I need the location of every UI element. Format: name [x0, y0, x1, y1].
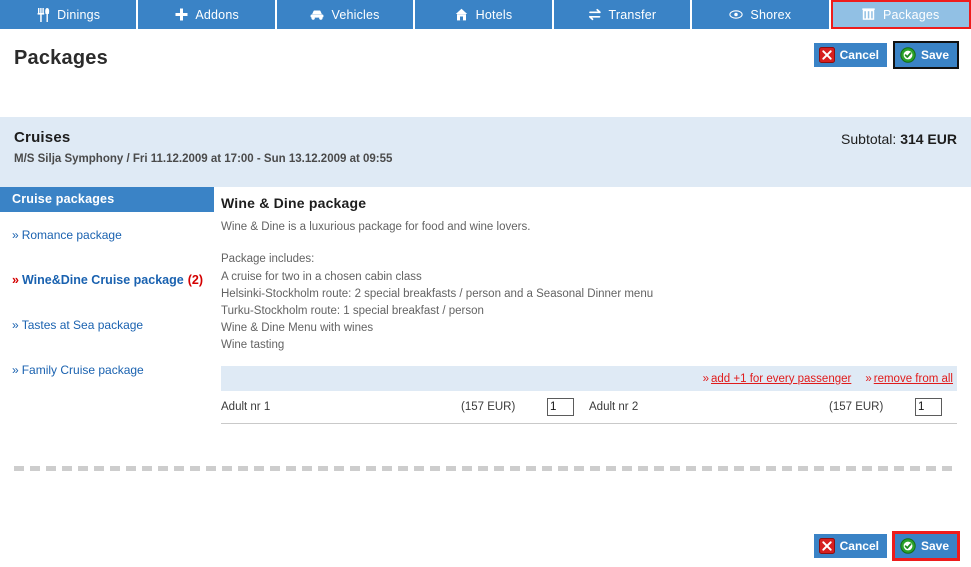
- page-title: Packages: [14, 47, 108, 69]
- eye-icon: [729, 8, 744, 22]
- bottom-button-group: Cancel Save: [813, 531, 961, 561]
- passenger-cell: Adult nr 2 (157 EUR): [589, 398, 957, 416]
- section-divider: [14, 466, 957, 471]
- chevron-right-icon: »: [12, 362, 19, 377]
- page-header: Packages Cancel Save: [0, 29, 971, 85]
- save-check-icon: [900, 538, 916, 554]
- sidebar-item-label: Family Cruise package: [21, 362, 144, 377]
- remove-all-label: remove from all: [873, 372, 953, 385]
- package-icon: [862, 8, 876, 22]
- save-button-top[interactable]: Save: [892, 41, 960, 69]
- chevron-right-icon: »: [12, 272, 19, 287]
- passenger-name: Adult nr 2: [589, 401, 639, 413]
- save-button-label: Save: [920, 48, 949, 62]
- passenger-price: (157 EUR): [461, 401, 516, 413]
- fork-knife-icon: [36, 7, 50, 22]
- sidebar-header: Cruise packages: [0, 187, 214, 212]
- save-button-label: Save: [920, 539, 949, 553]
- passenger-row: Adult nr 1 (157 EUR) Adult nr 2 (157 EUR…: [221, 391, 957, 424]
- sidebar-item-family-cruise-package[interactable]: » Family Cruise package: [0, 347, 214, 392]
- passenger-quantity-input[interactable]: [915, 398, 942, 416]
- sidebar-item-label: Romance package: [21, 227, 122, 242]
- remove-from-all-link[interactable]: » remove from all: [865, 373, 953, 385]
- add-all-label: add +1 for every passenger: [711, 372, 852, 385]
- cancel-x-icon: [818, 47, 835, 63]
- plus-icon: [174, 8, 188, 22]
- tab-label: Addons: [195, 7, 239, 22]
- sidebar-item-label: Wine&Dine Cruise package: [21, 272, 184, 287]
- package-title: Wine & Dine package: [221, 195, 367, 211]
- tab-addons[interactable]: Addons: [138, 0, 277, 29]
- sidebar-item-tastes-at-sea-package[interactable]: » Tastes at Sea package: [0, 302, 214, 347]
- save-check-icon: [900, 47, 916, 63]
- add-one-for-every-passenger-link[interactable]: » add +1 for every passenger: [703, 373, 852, 385]
- tab-vehicles[interactable]: Vehicles: [276, 0, 416, 29]
- top-button-group: Cancel Save: [813, 41, 960, 69]
- chevron-right-icon: »: [12, 317, 19, 332]
- tab-packages[interactable]: Packages: [830, 0, 971, 29]
- subtotal: Subtotal: 314 EUR: [841, 131, 957, 147]
- passenger-cell: Adult nr 1 (157 EUR): [221, 398, 589, 416]
- main-tab-bar: Dinings Addons Vehicles Hotels Transfer …: [0, 0, 971, 29]
- tab-label: Packages: [882, 7, 940, 22]
- car-icon: [310, 8, 324, 22]
- cruise-subtitle: M/S Silja Symphony / Fri 11.12.2009 at 1…: [14, 153, 393, 165]
- tab-label: Transfer: [608, 7, 657, 22]
- package-include-item: Helsinki-Stockholm route: 2 special brea…: [221, 288, 654, 300]
- tab-label: Dinings: [57, 7, 101, 22]
- cruise-title: Cruises: [14, 129, 71, 146]
- cancel-button-top[interactable]: Cancel: [813, 43, 887, 67]
- tab-dinings[interactable]: Dinings: [0, 0, 139, 29]
- main-body: Cruise packages » Romance package » Wine…: [0, 187, 971, 424]
- hotel-icon: [455, 8, 469, 22]
- package-includes-label: Package includes:: [221, 253, 315, 265]
- tab-label: Shorex: [750, 7, 792, 22]
- cruise-summary-band: Cruises M/S Silja Symphony / Fri 11.12.2…: [0, 117, 971, 187]
- transfer-arrows-icon: [588, 8, 602, 22]
- chevron-right-icon: »: [702, 372, 710, 385]
- sidebar-item-wine-dine-cruise-package[interactable]: » Wine&Dine Cruise package (2): [0, 257, 214, 302]
- chevron-right-icon: »: [865, 372, 872, 385]
- subtotal-value: 314 EUR: [900, 131, 957, 147]
- tab-label: Vehicles: [331, 7, 380, 22]
- passenger-quantity-input[interactable]: [547, 398, 574, 416]
- cancel-button-bottom[interactable]: Cancel: [813, 534, 887, 558]
- tab-transfer[interactable]: Transfer: [553, 0, 693, 29]
- package-include-item: Wine & Dine Menu with wines: [221, 322, 374, 334]
- package-description: Wine & Dine is a luxurious package for f…: [221, 221, 531, 233]
- package-include-item: A cruise for two in a chosen cabin class: [221, 271, 422, 283]
- tab-hotels[interactable]: Hotels: [415, 0, 554, 29]
- sidebar-item-label: Tastes at Sea package: [21, 317, 144, 332]
- cancel-button-label: Cancel: [839, 48, 879, 62]
- package-detail-panel: Wine & Dine package Wine & Dine is a lux…: [214, 187, 971, 424]
- package-include-item: Wine tasting: [221, 339, 285, 351]
- package-actions-band: » add +1 for every passenger » remove from…: [221, 366, 957, 391]
- cancel-button-label: Cancel: [839, 539, 879, 553]
- save-button-bottom[interactable]: Save: [891, 531, 961, 561]
- tab-shorex[interactable]: Shorex: [692, 0, 831, 29]
- sidebar-item-count: (2): [187, 272, 203, 287]
- cancel-x-icon: [818, 538, 835, 554]
- tab-label: Hotels: [475, 7, 513, 22]
- package-include-item: Turku-Stockholm route: 1 special breakfa…: [221, 305, 484, 317]
- subtotal-label: Subtotal:: [841, 131, 897, 147]
- passenger-name: Adult nr 1: [221, 401, 271, 413]
- sidebar-item-romance-package[interactable]: » Romance package: [0, 212, 214, 257]
- cruise-packages-sidebar: Cruise packages » Romance package » Wine…: [0, 187, 214, 392]
- chevron-right-icon: »: [12, 227, 19, 242]
- passenger-price: (157 EUR): [829, 401, 884, 413]
